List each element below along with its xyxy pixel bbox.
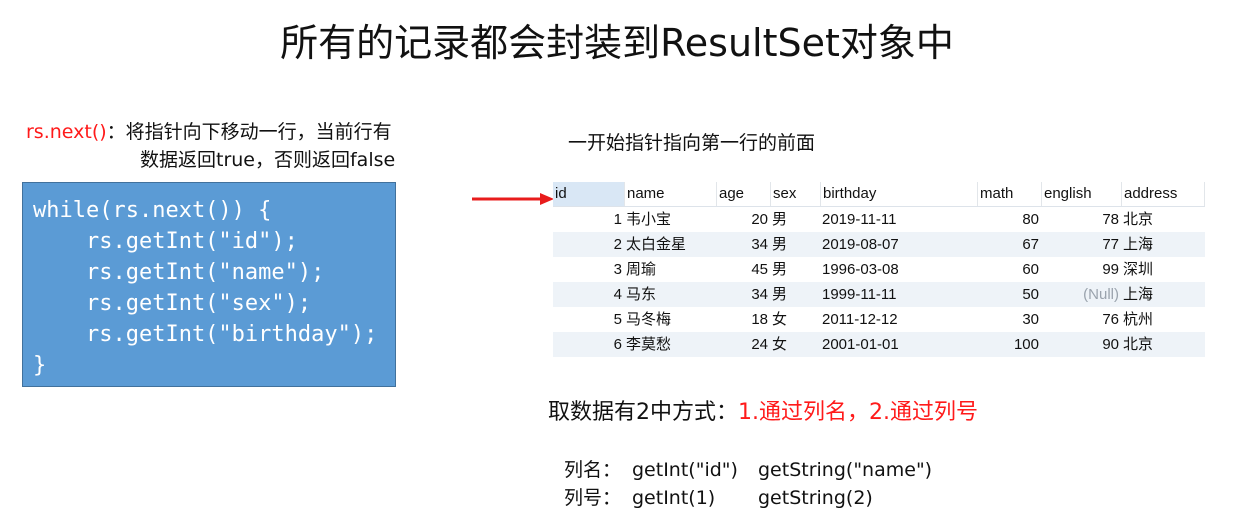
cell-name[interactable]: 马冬梅	[626, 307, 718, 332]
cell-birthday[interactable]: 2011-12-12	[822, 307, 979, 332]
cell-id[interactable]: 6	[553, 332, 622, 357]
cell-sex[interactable]: 男	[772, 207, 822, 232]
result-table: id name age sex birthday math english ad…	[553, 182, 1205, 357]
cell-math[interactable]: 30	[978, 307, 1039, 332]
table-row[interactable]: 5 马冬梅 18 女 2011-12-12 30 76 杭州	[553, 307, 1205, 332]
table-header-row: id name age sex birthday math english ad…	[553, 182, 1205, 207]
code-block: while(rs.next()) { rs.getInt("id"); rs.g…	[22, 182, 396, 387]
code-line: rs.getInt("name");	[33, 260, 325, 285]
cell-id[interactable]: 3	[553, 257, 622, 282]
cell-english[interactable]: 78	[1042, 207, 1119, 232]
code-line: rs.getInt("birthday");	[33, 322, 378, 347]
by-name-label: 列名：	[564, 459, 622, 481]
cursor-start-note: 一开始指针指向第一行的前面	[568, 132, 816, 154]
column-header-id[interactable]: id	[553, 182, 625, 206]
cell-age[interactable]: 18	[717, 307, 768, 332]
column-header-english[interactable]: english	[1042, 182, 1122, 206]
cell-birthday[interactable]: 2001-01-01	[822, 332, 979, 357]
code-line: while(rs.next()) {	[33, 198, 272, 223]
table-row[interactable]: 2 太白金星 34 男 2019-08-07 67 77 上海	[553, 232, 1205, 257]
retrieval-prefix: 取数据有2中方式：	[548, 400, 738, 425]
cell-birthday[interactable]: 1999-11-11	[822, 282, 979, 307]
code-line: rs.getInt("sex");	[33, 291, 312, 316]
table-row[interactable]: 1 韦小宝 20 男 2019-11-11 80 78 北京	[553, 207, 1205, 232]
cell-birthday[interactable]: 2019-11-11	[822, 207, 979, 232]
column-header-age[interactable]: age	[717, 182, 771, 206]
retrieval-highlight: 1.通过列名，2.通过列号	[738, 400, 978, 425]
cell-english[interactable]: 76	[1042, 307, 1119, 332]
cell-age[interactable]: 34	[717, 232, 768, 257]
code-line: }	[33, 353, 47, 378]
cell-id[interactable]: 4	[553, 282, 622, 307]
cell-address[interactable]: 上海	[1123, 282, 1206, 307]
rs-next-description: rs.next()：将指针向下移动一行，当前行有 数据返回true，否则返回fa…	[26, 118, 395, 171]
column-header-name[interactable]: name	[625, 182, 717, 206]
cell-age[interactable]: 45	[717, 257, 768, 282]
rs-next-desc-line1: ：将指针向下移动一行，当前行有	[106, 121, 392, 143]
cell-age[interactable]: 20	[717, 207, 768, 232]
cell-sex[interactable]: 女	[772, 332, 822, 357]
rs-next-desc-line2: 数据返回true，否则返回false	[140, 149, 396, 171]
cell-address[interactable]: 杭州	[1123, 307, 1206, 332]
cell-math[interactable]: 67	[978, 232, 1039, 257]
cell-name[interactable]: 太白金星	[626, 232, 718, 257]
cursor-arrow-icon	[472, 193, 554, 205]
cell-birthday[interactable]: 2019-08-07	[822, 232, 979, 257]
cell-address[interactable]: 北京	[1123, 332, 1206, 357]
column-header-math[interactable]: math	[978, 182, 1042, 206]
slide-title: 所有的记录都会封装到ResultSet对象中	[280, 21, 954, 65]
rs-next-method: rs.next()	[26, 121, 107, 143]
cell-english[interactable]: 77	[1042, 232, 1119, 257]
by-index-getint: getInt(1)	[632, 487, 716, 509]
cell-id[interactable]: 5	[553, 307, 622, 332]
retrieval-methods-note: 取数据有2中方式：1.通过列名，2.通过列号	[548, 398, 978, 428]
column-header-address[interactable]: address	[1122, 182, 1205, 206]
column-header-birthday[interactable]: birthday	[821, 182, 978, 206]
cell-name[interactable]: 韦小宝	[626, 207, 718, 232]
cell-age[interactable]: 34	[717, 282, 768, 307]
by-index-getstring: getString(2)	[758, 487, 873, 509]
cell-math[interactable]: 60	[978, 257, 1039, 282]
cell-address[interactable]: 北京	[1123, 207, 1206, 232]
cell-math[interactable]: 80	[978, 207, 1039, 232]
cell-address[interactable]: 上海	[1123, 232, 1206, 257]
cell-birthday[interactable]: 1996-03-08	[822, 257, 979, 282]
cell-name[interactable]: 周瑜	[626, 257, 718, 282]
by-index-label: 列号：	[564, 487, 622, 509]
by-name-getint: getInt("id")	[632, 459, 738, 481]
cell-name[interactable]: 李莫愁	[626, 332, 718, 357]
cell-id[interactable]: 1	[553, 207, 622, 232]
cell-sex[interactable]: 男	[772, 257, 822, 282]
cell-sex[interactable]: 女	[772, 307, 822, 332]
cell-english[interactable]: (Null)	[1042, 282, 1119, 307]
table-row[interactable]: 3 周瑜 45 男 1996-03-08 60 99 深圳	[553, 257, 1205, 282]
cell-english[interactable]: 90	[1042, 332, 1119, 357]
code-line: rs.getInt("id");	[33, 229, 298, 254]
cell-math[interactable]: 50	[978, 282, 1039, 307]
by-name-getstring: getString("name")	[758, 459, 933, 481]
cell-id[interactable]: 2	[553, 232, 622, 257]
cell-math[interactable]: 100	[978, 332, 1039, 357]
cell-name[interactable]: 马东	[626, 282, 718, 307]
cell-sex[interactable]: 男	[772, 232, 822, 257]
cell-english[interactable]: 99	[1042, 257, 1119, 282]
cell-age[interactable]: 24	[717, 332, 768, 357]
cell-address[interactable]: 深圳	[1123, 257, 1206, 282]
column-header-sex[interactable]: sex	[771, 182, 821, 206]
table-row[interactable]: 6 李莫愁 24 女 2001-01-01 100 90 北京	[553, 332, 1205, 357]
cell-sex[interactable]: 男	[772, 282, 822, 307]
table-row[interactable]: 4 马东 34 男 1999-11-11 50 (Null) 上海	[553, 282, 1205, 307]
